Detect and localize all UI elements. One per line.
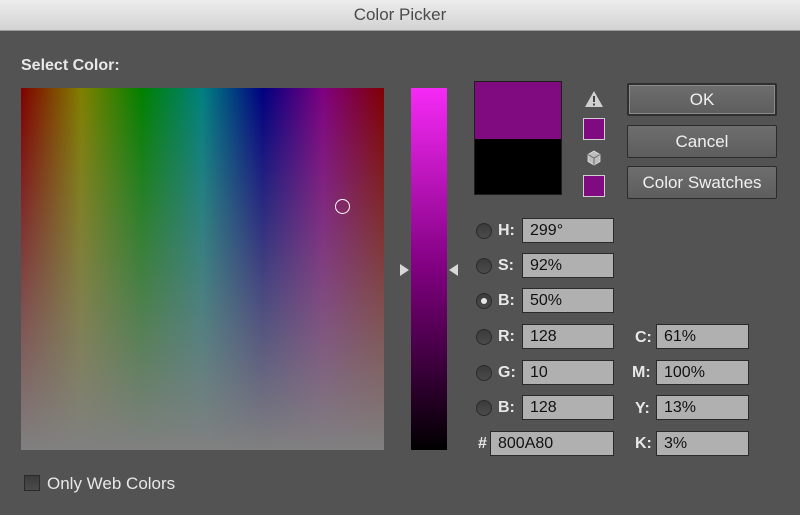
new-color-swatch [475, 82, 561, 139]
brightness-label: B: [498, 292, 515, 309]
hue-label: H: [498, 222, 515, 239]
red-input[interactable]: 128 [522, 324, 614, 349]
cube-icon[interactable] [586, 150, 602, 166]
hex-label: # [478, 435, 487, 452]
radio-saturation[interactable] [476, 258, 492, 274]
yellow-label: Y: [635, 400, 650, 417]
magenta-input[interactable]: 100% [656, 360, 749, 385]
green-label: G: [498, 364, 516, 381]
green-input[interactable]: 10 [522, 360, 614, 385]
current-color-swatch[interactable] [475, 139, 561, 194]
color-field[interactable] [21, 88, 384, 450]
radio-green[interactable] [476, 365, 492, 381]
slider-handle-right-icon[interactable] [449, 264, 458, 276]
only-web-colors-checkbox[interactable] [24, 475, 40, 491]
brightness-slider[interactable] [411, 88, 447, 450]
radio-hue[interactable] [476, 223, 492, 239]
black-input[interactable]: 3% [656, 431, 749, 456]
title-bar: Color Picker [0, 0, 800, 31]
out-of-gamut-swatch[interactable] [583, 118, 605, 140]
window-title: Color Picker [353, 5, 447, 24]
slider-handle-left-icon[interactable] [400, 264, 409, 276]
radio-blue[interactable] [476, 400, 492, 416]
cyan-input[interactable]: 61% [656, 324, 749, 349]
cyan-label: C: [635, 329, 652, 346]
color-field-cursor[interactable] [335, 199, 350, 214]
saturation-input[interactable]: 92% [522, 253, 614, 278]
brightness-input[interactable]: 50% [522, 288, 614, 313]
ok-button[interactable]: OK [627, 83, 777, 116]
warning-triangle-icon[interactable] [584, 90, 604, 108]
hex-input[interactable]: 800A80 [490, 431, 614, 456]
color-swatches-button[interactable]: Color Swatches [627, 166, 777, 199]
magenta-label: M: [632, 364, 651, 381]
saturation-label: S: [498, 257, 514, 274]
radio-brightness[interactable] [476, 293, 492, 309]
hue-input[interactable]: 299° [522, 218, 614, 243]
select-color-label: Select Color: [21, 57, 120, 74]
yellow-input[interactable]: 13% [656, 395, 749, 420]
cancel-button[interactable]: Cancel [627, 125, 777, 158]
black-label: K: [635, 435, 652, 452]
blue-label: B: [498, 399, 515, 416]
blue-input[interactable]: 128 [522, 395, 614, 420]
radio-red[interactable] [476, 329, 492, 345]
color-preview [474, 81, 562, 195]
web-safe-swatch[interactable] [583, 175, 605, 197]
red-label: R: [498, 328, 515, 345]
only-web-colors-label[interactable]: Only Web Colors [47, 474, 175, 494]
